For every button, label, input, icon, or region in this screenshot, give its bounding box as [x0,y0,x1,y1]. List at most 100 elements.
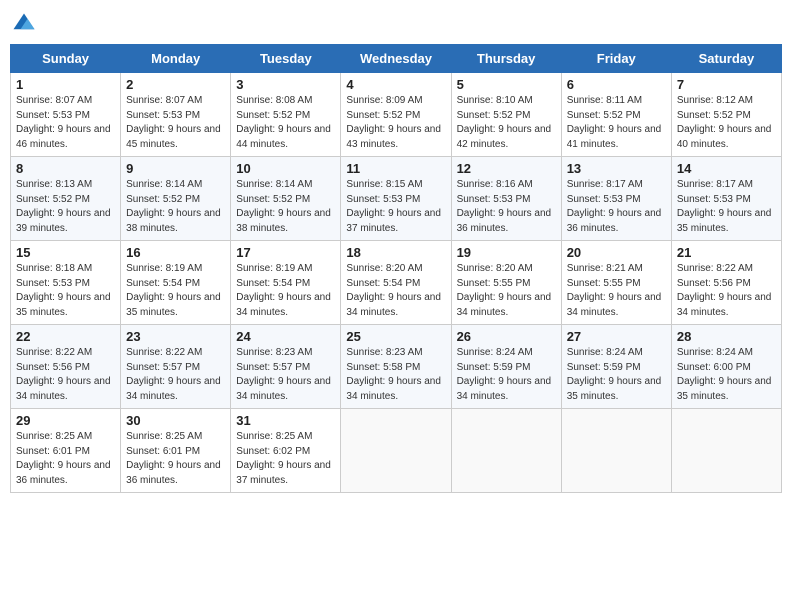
calendar-cell: 8 Sunrise: 8:13 AMSunset: 5:52 PMDayligh… [11,157,121,241]
day-number: 28 [677,329,776,344]
day-info: Sunrise: 8:22 AMSunset: 5:57 PMDaylight:… [126,347,221,402]
calendar-cell: 26 Sunrise: 8:24 AMSunset: 5:59 PMDaylig… [451,325,561,409]
day-info: Sunrise: 8:19 AMSunset: 5:54 PMDaylight:… [236,263,331,318]
day-number: 3 [236,77,335,92]
calendar-cell: 19 Sunrise: 8:20 AMSunset: 5:55 PMDaylig… [451,241,561,325]
day-number: 8 [16,161,115,176]
calendar-cell [341,409,451,493]
day-info: Sunrise: 8:25 AMSunset: 6:01 PMDaylight:… [16,431,111,486]
col-header-friday: Friday [561,45,671,73]
calendar-cell: 28 Sunrise: 8:24 AMSunset: 6:00 PMDaylig… [671,325,781,409]
day-info: Sunrise: 8:10 AMSunset: 5:52 PMDaylight:… [457,95,552,150]
day-info: Sunrise: 8:22 AMSunset: 5:56 PMDaylight:… [677,263,772,318]
day-number: 29 [16,413,115,428]
day-info: Sunrise: 8:24 AMSunset: 5:59 PMDaylight:… [457,347,552,402]
logo [10,10,42,38]
calendar-body: 1 Sunrise: 8:07 AMSunset: 5:53 PMDayligh… [11,73,782,493]
calendar-header-row: SundayMondayTuesdayWednesdayThursdayFrid… [11,45,782,73]
calendar-week-3: 15 Sunrise: 8:18 AMSunset: 5:53 PMDaylig… [11,241,782,325]
day-info: Sunrise: 8:14 AMSunset: 5:52 PMDaylight:… [236,179,331,234]
day-info: Sunrise: 8:24 AMSunset: 5:59 PMDaylight:… [567,347,662,402]
col-header-saturday: Saturday [671,45,781,73]
day-number: 20 [567,245,666,260]
day-info: Sunrise: 8:21 AMSunset: 5:55 PMDaylight:… [567,263,662,318]
calendar-cell [671,409,781,493]
col-header-monday: Monday [121,45,231,73]
col-header-sunday: Sunday [11,45,121,73]
calendar-cell: 13 Sunrise: 8:17 AMSunset: 5:53 PMDaylig… [561,157,671,241]
day-number: 30 [126,413,225,428]
calendar-cell: 23 Sunrise: 8:22 AMSunset: 5:57 PMDaylig… [121,325,231,409]
day-number: 10 [236,161,335,176]
calendar-cell: 10 Sunrise: 8:14 AMSunset: 5:52 PMDaylig… [231,157,341,241]
day-info: Sunrise: 8:25 AMSunset: 6:01 PMDaylight:… [126,431,221,486]
day-info: Sunrise: 8:12 AMSunset: 5:52 PMDaylight:… [677,95,772,150]
day-info: Sunrise: 8:20 AMSunset: 5:55 PMDaylight:… [457,263,552,318]
logo-icon [10,10,38,38]
day-number: 7 [677,77,776,92]
day-info: Sunrise: 8:11 AMSunset: 5:52 PMDaylight:… [567,95,662,150]
calendar-cell: 18 Sunrise: 8:20 AMSunset: 5:54 PMDaylig… [341,241,451,325]
col-header-thursday: Thursday [451,45,561,73]
day-info: Sunrise: 8:19 AMSunset: 5:54 PMDaylight:… [126,263,221,318]
day-number: 23 [126,329,225,344]
day-number: 27 [567,329,666,344]
day-info: Sunrise: 8:15 AMSunset: 5:53 PMDaylight:… [346,179,441,234]
day-info: Sunrise: 8:16 AMSunset: 5:53 PMDaylight:… [457,179,552,234]
calendar-cell: 3 Sunrise: 8:08 AMSunset: 5:52 PMDayligh… [231,73,341,157]
day-info: Sunrise: 8:07 AMSunset: 5:53 PMDaylight:… [16,95,111,150]
calendar-table: SundayMondayTuesdayWednesdayThursdayFrid… [10,44,782,493]
day-info: Sunrise: 8:23 AMSunset: 5:57 PMDaylight:… [236,347,331,402]
calendar-cell: 30 Sunrise: 8:25 AMSunset: 6:01 PMDaylig… [121,409,231,493]
calendar-cell [451,409,561,493]
calendar-cell: 1 Sunrise: 8:07 AMSunset: 5:53 PMDayligh… [11,73,121,157]
day-info: Sunrise: 8:08 AMSunset: 5:52 PMDaylight:… [236,95,331,150]
day-number: 22 [16,329,115,344]
page-header [10,10,782,38]
day-info: Sunrise: 8:14 AMSunset: 5:52 PMDaylight:… [126,179,221,234]
calendar-cell: 5 Sunrise: 8:10 AMSunset: 5:52 PMDayligh… [451,73,561,157]
day-number: 13 [567,161,666,176]
calendar-cell: 17 Sunrise: 8:19 AMSunset: 5:54 PMDaylig… [231,241,341,325]
day-number: 17 [236,245,335,260]
day-number: 16 [126,245,225,260]
calendar-cell: 31 Sunrise: 8:25 AMSunset: 6:02 PMDaylig… [231,409,341,493]
calendar-cell: 15 Sunrise: 8:18 AMSunset: 5:53 PMDaylig… [11,241,121,325]
day-number: 4 [346,77,445,92]
calendar-cell: 24 Sunrise: 8:23 AMSunset: 5:57 PMDaylig… [231,325,341,409]
calendar-cell: 29 Sunrise: 8:25 AMSunset: 6:01 PMDaylig… [11,409,121,493]
calendar-cell: 4 Sunrise: 8:09 AMSunset: 5:52 PMDayligh… [341,73,451,157]
col-header-wednesday: Wednesday [341,45,451,73]
calendar-cell: 25 Sunrise: 8:23 AMSunset: 5:58 PMDaylig… [341,325,451,409]
day-number: 26 [457,329,556,344]
day-number: 11 [346,161,445,176]
day-number: 24 [236,329,335,344]
calendar-cell: 9 Sunrise: 8:14 AMSunset: 5:52 PMDayligh… [121,157,231,241]
day-number: 12 [457,161,556,176]
calendar-cell: 20 Sunrise: 8:21 AMSunset: 5:55 PMDaylig… [561,241,671,325]
day-number: 2 [126,77,225,92]
day-number: 18 [346,245,445,260]
day-info: Sunrise: 8:23 AMSunset: 5:58 PMDaylight:… [346,347,441,402]
calendar-week-4: 22 Sunrise: 8:22 AMSunset: 5:56 PMDaylig… [11,325,782,409]
calendar-week-5: 29 Sunrise: 8:25 AMSunset: 6:01 PMDaylig… [11,409,782,493]
day-info: Sunrise: 8:25 AMSunset: 6:02 PMDaylight:… [236,431,331,486]
day-number: 19 [457,245,556,260]
day-info: Sunrise: 8:07 AMSunset: 5:53 PMDaylight:… [126,95,221,150]
day-info: Sunrise: 8:18 AMSunset: 5:53 PMDaylight:… [16,263,111,318]
calendar-cell: 22 Sunrise: 8:22 AMSunset: 5:56 PMDaylig… [11,325,121,409]
day-info: Sunrise: 8:17 AMSunset: 5:53 PMDaylight:… [677,179,772,234]
calendar-week-1: 1 Sunrise: 8:07 AMSunset: 5:53 PMDayligh… [11,73,782,157]
calendar-cell: 21 Sunrise: 8:22 AMSunset: 5:56 PMDaylig… [671,241,781,325]
day-number: 15 [16,245,115,260]
day-number: 14 [677,161,776,176]
day-number: 25 [346,329,445,344]
day-info: Sunrise: 8:24 AMSunset: 6:00 PMDaylight:… [677,347,772,402]
calendar-cell: 27 Sunrise: 8:24 AMSunset: 5:59 PMDaylig… [561,325,671,409]
calendar-week-2: 8 Sunrise: 8:13 AMSunset: 5:52 PMDayligh… [11,157,782,241]
calendar-cell: 12 Sunrise: 8:16 AMSunset: 5:53 PMDaylig… [451,157,561,241]
day-number: 5 [457,77,556,92]
day-number: 6 [567,77,666,92]
calendar-cell [561,409,671,493]
day-number: 21 [677,245,776,260]
